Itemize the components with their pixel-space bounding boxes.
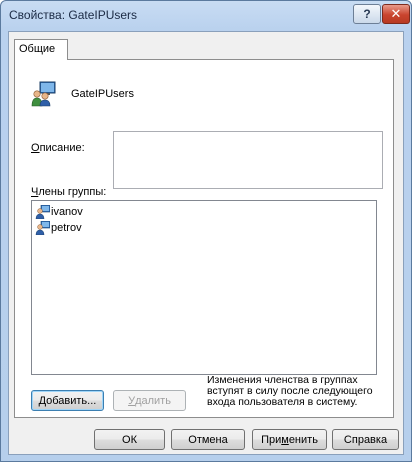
tab-panel-general: GateIPUsers Описание: Члены группы: ivan… (14, 59, 394, 418)
tab-general[interactable]: Общие (14, 39, 68, 60)
help-title-button[interactable]: ? (353, 4, 381, 24)
close-icon: ✕ (390, 6, 402, 21)
window-title: Свойства: GateIPUsers (9, 8, 138, 22)
dialog-body: Общие GateIPUsers Описание: Члены группы… (8, 31, 404, 455)
user-icon (35, 204, 50, 219)
apply-button[interactable]: При м енить (252, 429, 327, 450)
user-icon (35, 220, 50, 235)
properties-dialog: Свойства: GateIPUsers ? ✕ Общие GateIPUs… (0, 0, 412, 462)
add-button[interactable]: Добавить... (31, 390, 104, 411)
members-list[interactable]: ivanov petrov (31, 200, 377, 375)
remove-button[interactable]: Удалить (113, 390, 186, 411)
member-name: petrov (51, 221, 82, 234)
close-button[interactable]: ✕ (382, 4, 410, 24)
tab-general-label: Общие (19, 43, 56, 55)
membership-note: Изменения членства в группах вступят в с… (207, 374, 373, 408)
help-button[interactable]: Справка (332, 429, 399, 450)
list-item[interactable]: petrov (32, 220, 376, 235)
list-item[interactable]: ivanov (32, 204, 376, 219)
member-name: ivanov (51, 205, 83, 218)
help-icon: ? (363, 7, 371, 21)
cancel-button[interactable]: Отмена (171, 429, 245, 450)
description-label: Описание: (31, 142, 85, 154)
group-name: GateIPUsers (71, 88, 134, 100)
group-icon (31, 81, 56, 107)
ok-button[interactable]: ОК (94, 429, 165, 450)
description-field[interactable] (113, 131, 383, 189)
members-label: Члены группы: (31, 186, 107, 198)
title-bar[interactable]: Свойства: GateIPUsers ? ✕ (1, 1, 411, 31)
